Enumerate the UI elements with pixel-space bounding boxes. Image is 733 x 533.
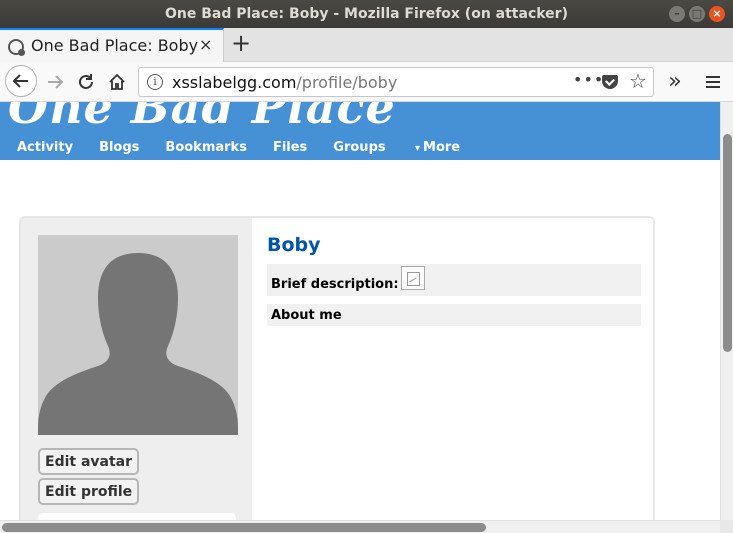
tab-strip: One Bad Place: Boby × + <box>0 28 733 62</box>
home-button[interactable] <box>102 67 132 97</box>
back-arrow-icon <box>12 74 28 88</box>
pocket-icon[interactable] <box>602 75 618 89</box>
close-window-button[interactable]: × <box>709 6 725 22</box>
window-titlebar: One Bad Place: Boby - Mozilla Firefox (o… <box>0 0 733 28</box>
nav-files[interactable]: Files <box>273 140 307 155</box>
brief-description-row: Brief description: <box>267 264 641 296</box>
maximize-button[interactable]: □ <box>689 6 705 22</box>
brief-description-label: Brief description: <box>271 277 399 292</box>
caret-down-icon: ▾ <box>415 143 421 154</box>
info-icon[interactable]: i <box>147 74 163 90</box>
broken-image-icon <box>401 266 425 290</box>
about-me-label: About me <box>271 308 342 323</box>
default-avatar-silhouette-icon <box>38 235 238 435</box>
site-nav: Activity Blogs Bookmarks Files Groups <box>17 140 412 155</box>
profile-box: Edit avatar Edit profile Boby Brief desc… <box>19 216 655 520</box>
url-host: xsslabelgg.com <box>172 73 297 92</box>
edit-avatar-button[interactable]: Edit avatar <box>38 448 140 475</box>
minimize-button[interactable]: – <box>669 6 685 22</box>
window-title: One Bad Place: Boby - Mozilla Firefox (o… <box>165 6 568 22</box>
nav-bookmarks[interactable]: Bookmarks <box>165 140 247 155</box>
horizontal-scrollbar-thumb[interactable] <box>2 523 486 532</box>
owner-menu <box>38 513 236 520</box>
edit-profile-button[interactable]: Edit profile <box>38 478 140 505</box>
avatar[interactable] <box>38 235 238 435</box>
address-bar[interactable]: i xsslabelgg.com/profile/boby ••• ☆ <box>138 67 654 97</box>
page-actions-icon[interactable]: ••• <box>573 70 604 89</box>
profile-owner-block: Edit avatar Edit profile <box>21 218 252 520</box>
bookmark-star-icon[interactable]: ☆ <box>629 69 647 93</box>
hamburger-menu-icon[interactable] <box>698 67 728 97</box>
back-button[interactable] <box>5 65 37 97</box>
nav-more-label: More <box>423 140 461 155</box>
new-tab-button[interactable]: + <box>229 29 253 57</box>
url-text[interactable]: xsslabelgg.com/profile/boby <box>172 73 397 92</box>
scrollbar-corner <box>720 520 733 533</box>
nav-blogs[interactable]: Blogs <box>99 140 139 155</box>
vertical-scrollbar[interactable] <box>720 102 733 520</box>
forward-arrow-icon <box>48 75 64 89</box>
horizontal-scrollbar[interactable] <box>0 520 720 533</box>
nav-activity[interactable]: Activity <box>17 140 73 155</box>
nav-groups[interactable]: Groups <box>333 140 385 155</box>
forward-button[interactable] <box>40 67 70 97</box>
hamburger-lines <box>706 76 720 88</box>
page-favicon-icon <box>8 39 25 56</box>
site-logo[interactable]: One Bad Place <box>8 102 396 134</box>
navigation-toolbar: i xsslabelgg.com/profile/boby ••• ☆ » <box>0 62 733 102</box>
about-me-row: About me <box>267 304 641 326</box>
overflow-icon[interactable]: » <box>660 67 690 97</box>
reload-button[interactable] <box>71 67 101 97</box>
tab-active[interactable]: One Bad Place: Boby × <box>0 28 224 62</box>
url-path: /profile/boby <box>296 73 398 92</box>
profile-details: Boby Brief description: About me <box>267 234 641 326</box>
window-controls: – □ × <box>669 6 725 22</box>
site-header: One Bad Place Activity Blogs Bookmarks F… <box>0 102 720 160</box>
profile-name: Boby <box>267 234 321 256</box>
nav-more[interactable]: ▾ More <box>415 140 460 155</box>
vertical-scrollbar-thumb[interactable] <box>723 134 732 352</box>
home-icon <box>109 73 125 90</box>
close-tab-icon[interactable]: × <box>199 35 212 54</box>
page-viewport: One Bad Place Activity Blogs Bookmarks F… <box>0 102 720 520</box>
tab-title: One Bad Place: Boby <box>31 36 199 55</box>
reload-icon <box>79 74 93 89</box>
